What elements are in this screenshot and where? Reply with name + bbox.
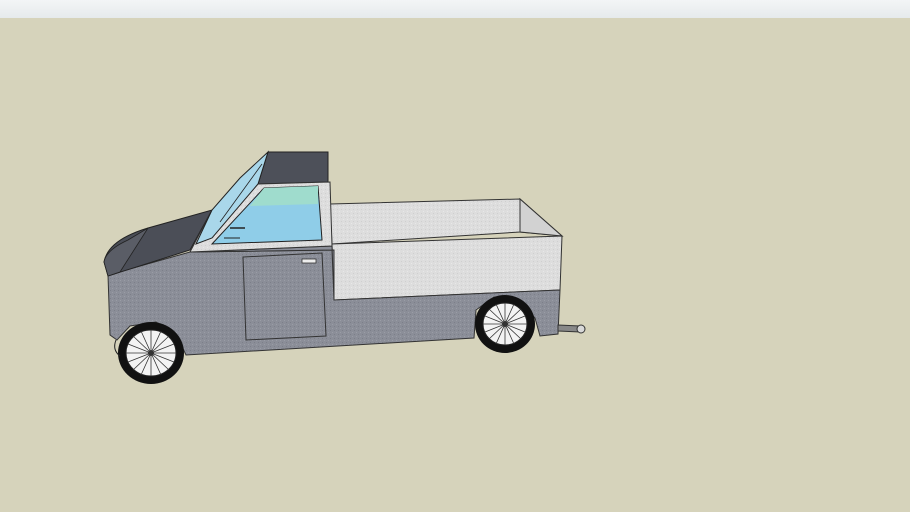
- exhaust-pipe: [557, 324, 586, 334]
- pickup-truck-model: [103, 150, 586, 384]
- truck-bed: [329, 197, 564, 301]
- truck-cab: [189, 150, 333, 253]
- rear-wheel: [475, 295, 535, 353]
- door-handle: [301, 258, 317, 264]
